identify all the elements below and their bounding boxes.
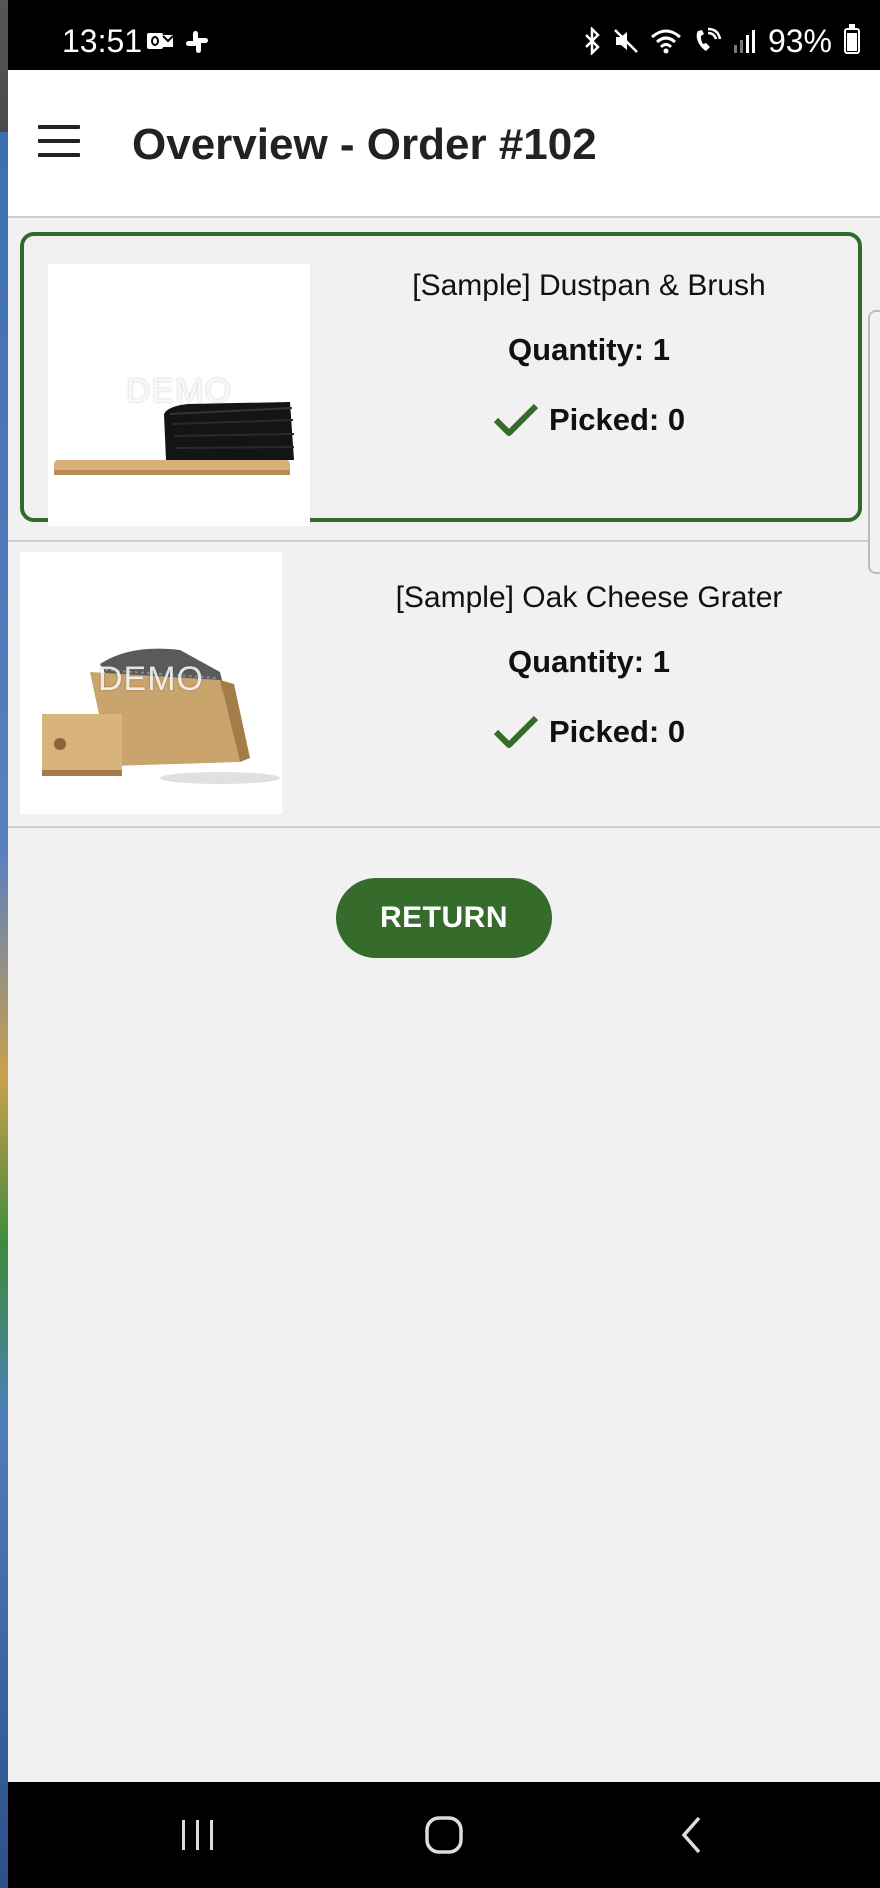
- back-icon[interactable]: [652, 1812, 732, 1858]
- recent-apps-icon[interactable]: [158, 1812, 238, 1858]
- product-image-dustpan-brush: DEMO: [48, 264, 310, 526]
- picked-label: Picked: 0: [548, 402, 686, 437]
- page-title: Overview - Order #102: [132, 120, 597, 169]
- picked-status: Picked: 0: [308, 402, 870, 438]
- item-info: [Sample] Oak Cheese Grater Quantity: 1 P…: [308, 580, 870, 750]
- quantity-label: Quantity: 1: [508, 644, 670, 679]
- return-button[interactable]: RETURN: [336, 878, 552, 958]
- battery-percent: 93%: [767, 23, 832, 59]
- demo-watermark: DEMO: [98, 660, 204, 698]
- quantity-label: Quantity: 1: [508, 332, 670, 367]
- product-name: [Sample] Oak Cheese Grater: [395, 581, 783, 614]
- slack-icon: [186, 31, 208, 53]
- bluetooth-icon: [585, 27, 600, 55]
- edge-panel-handle[interactable]: [868, 310, 880, 574]
- picked-status: Picked: 0: [308, 714, 870, 750]
- status-time: 13:51: [62, 23, 143, 59]
- mute-icon: [614, 29, 638, 53]
- signal-icon: [733, 30, 755, 53]
- check-icon: [493, 715, 539, 748]
- hamburger-menu-icon[interactable]: [38, 125, 80, 157]
- check-icon: [493, 403, 539, 436]
- demo-watermark: DEMO: [126, 372, 232, 410]
- outlook-icon: [147, 33, 174, 49]
- product-image-oak-cheese-grater: DEMO: [20, 552, 282, 814]
- navigation-bar: [8, 1782, 880, 1888]
- background-window-strip: [0, 0, 8, 1888]
- app-bar: Overview - Order #102: [8, 70, 880, 218]
- phone-screen: 13:51 93% Overview - Order #102 DEMO [Sa…: [8, 0, 880, 1888]
- order-item-dustpan-brush[interactable]: DEMO [Sample] Dustpan & Brush Quantity: …: [8, 218, 880, 542]
- picked-label: Picked: 0: [548, 714, 686, 749]
- battery-icon: [844, 24, 860, 54]
- item-info: [Sample] Dustpan & Brush Quantity: 1 Pic…: [308, 268, 870, 438]
- wifi-call-icon: [696, 27, 722, 51]
- status-bar: 13:51 93%: [8, 0, 880, 70]
- product-name: [Sample] Dustpan & Brush: [412, 269, 766, 302]
- order-item-oak-cheese-grater[interactable]: DEMO [Sample] Oak Cheese Grater Quantity…: [8, 542, 880, 828]
- home-icon[interactable]: [404, 1812, 484, 1858]
- wifi-icon: [650, 29, 681, 54]
